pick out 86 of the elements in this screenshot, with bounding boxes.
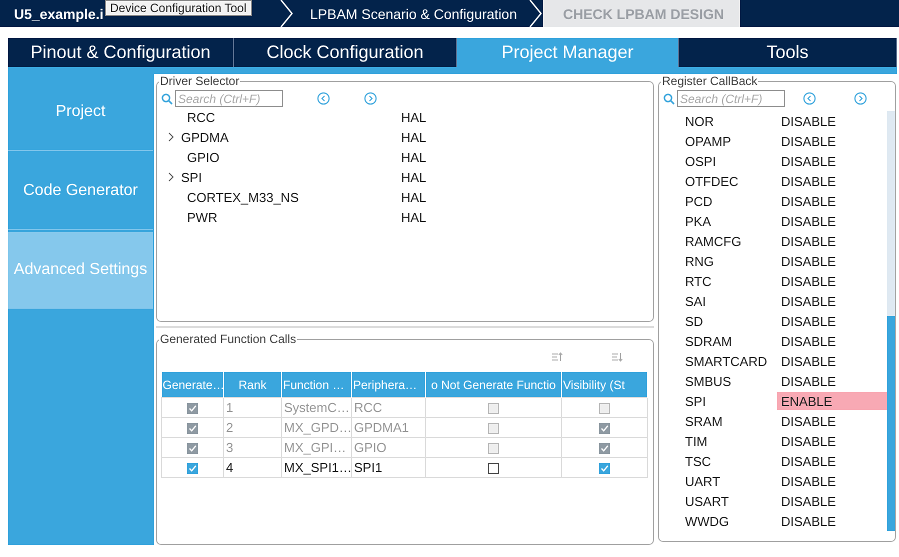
callback-name: SMARTCARD	[685, 354, 768, 368]
callback-value[interactable]: DISABLE	[777, 212, 891, 230]
panel-title: Driver Selector	[159, 74, 240, 88]
callback-value[interactable]: DISABLE	[777, 352, 891, 370]
callback-name: USART	[685, 494, 730, 508]
callback-name: RNG	[685, 254, 715, 268]
driver-type: HAL	[401, 170, 426, 184]
callback-value[interactable]: DISABLE	[777, 152, 891, 170]
callback-value[interactable]: DISABLE	[777, 232, 891, 250]
callback-value[interactable]: DISABLE	[777, 332, 891, 350]
callback-value[interactable]: DISABLE	[777, 472, 891, 490]
search-icon	[663, 92, 675, 104]
driver-name: RCC	[186, 110, 216, 124]
callback-name: SRAM	[685, 414, 724, 428]
driver-name: GPIO	[186, 150, 221, 164]
callback-value[interactable]: DISABLE	[777, 292, 891, 310]
callback-value[interactable]: DISABLE	[777, 172, 891, 190]
driver-type: HAL	[401, 110, 426, 124]
search-field[interactable]: Search (Ctrl+F)	[175, 90, 283, 107]
callback-name: OPAMP	[685, 134, 732, 148]
callback-name: WWDG	[685, 514, 730, 528]
table-cell: 1	[224, 398, 282, 418]
checkbox[interactable]	[488, 463, 499, 474]
callback-value[interactable]: DISABLE	[777, 312, 891, 330]
table-cell: SPI1	[352, 458, 426, 478]
callback-name: NOR	[685, 114, 715, 128]
driver-type: HAL	[401, 210, 426, 224]
callback-name: SD	[685, 314, 704, 328]
table-cell: 4	[224, 458, 282, 478]
callback-name: PKA	[685, 214, 712, 228]
table-cell: RCC	[352, 398, 426, 418]
callback-name: TSC	[685, 454, 712, 468]
search-icon	[161, 92, 173, 104]
callback-value[interactable]: DISABLE	[777, 492, 891, 510]
driver-type: HAL	[401, 130, 426, 144]
table-cell: GPIO	[352, 438, 426, 458]
callback-name: SMBUS	[685, 374, 732, 388]
search-field[interactable]: Search (Ctrl+F)	[677, 90, 785, 107]
checkbox[interactable]	[599, 463, 610, 474]
panel-title: Generated Function Calls	[159, 332, 298, 346]
table-cell: GPDMA1	[352, 418, 426, 438]
callback-value[interactable]: DISABLE	[777, 112, 891, 130]
callback-value[interactable]: DISABLE	[777, 252, 891, 270]
driver-name: GPDMA	[181, 130, 230, 144]
driver-type: HAL	[401, 190, 426, 204]
callback-value[interactable]: DISABLE	[777, 512, 891, 530]
panel-title: Register CallBack	[661, 74, 758, 88]
callback-name: SPI	[685, 394, 707, 408]
driver-name: SPI	[181, 170, 203, 184]
tooltip: Device Configuration Tool	[105, 0, 252, 16]
previous-button[interactable]	[317, 92, 330, 105]
sort-descending-icon[interactable]	[612, 352, 623, 362]
previous-button[interactable]	[803, 92, 816, 105]
callback-name: OTFDEC	[685, 174, 740, 188]
breadcrumb-item[interactable]: LPBAM Scenario & Configuration	[310, 6, 517, 22]
callback-name: RTC	[685, 274, 712, 288]
table-cell: 2	[224, 418, 282, 438]
driver-type: HAL	[401, 150, 426, 164]
callback-name: SAI	[685, 294, 707, 308]
callback-name: SDRAM	[685, 334, 733, 348]
callback-name: OSPI	[685, 154, 718, 168]
callback-value[interactable]: DISABLE	[777, 272, 891, 290]
callback-value[interactable]: DISABLE	[777, 432, 891, 450]
callback-name: PCD	[685, 194, 714, 208]
table-cell: MX_GPI…	[282, 438, 352, 458]
callback-value[interactable]: DISABLE	[777, 412, 891, 430]
checkbox[interactable]	[187, 463, 198, 474]
next-button[interactable]	[854, 92, 867, 105]
table-cell: MX_GPD…	[282, 418, 352, 438]
table-cell: SystemC…	[282, 398, 352, 418]
chevron-icon	[529, 0, 543, 27]
driver-name: CORTEX_M33_NS	[186, 190, 300, 204]
chevron-icon	[280, 0, 294, 27]
callback-value[interactable]: DISABLE	[777, 132, 891, 150]
driver-name: PWR	[186, 210, 218, 224]
callback-value[interactable]: DISABLE	[777, 452, 891, 470]
next-button[interactable]	[364, 92, 377, 105]
callback-value[interactable]: DISABLE	[777, 372, 891, 390]
sort-ascending-icon[interactable]	[552, 352, 563, 362]
callback-name: UART	[685, 474, 722, 488]
table-cell: 3	[224, 438, 282, 458]
table-cell: MX_SPI1…	[282, 458, 352, 478]
callback-value[interactable]: DISABLE	[777, 192, 891, 210]
callback-name: TIM	[685, 434, 708, 448]
scrollbar-thumb[interactable]	[887, 316, 895, 531]
callback-name: RAMCFG	[685, 234, 742, 248]
